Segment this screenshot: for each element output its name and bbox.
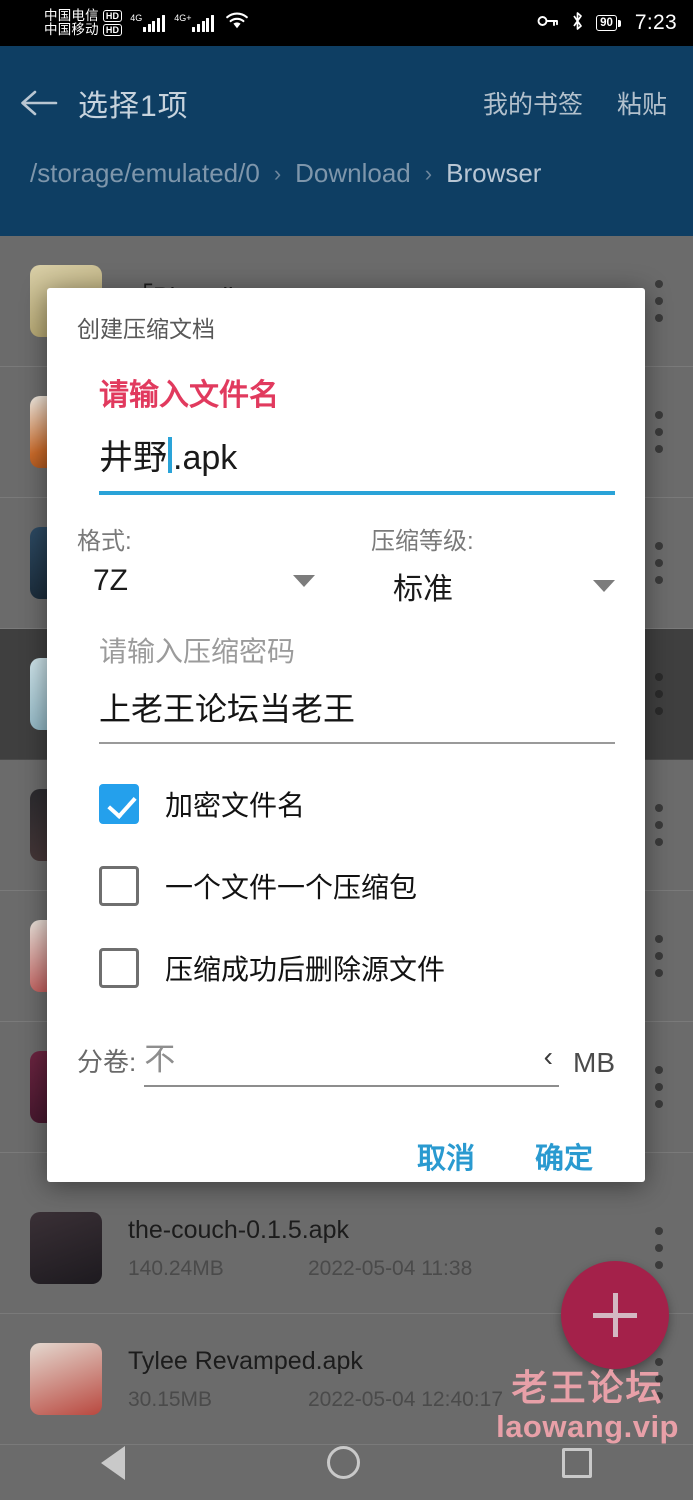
checkbox-label: 压缩成功后删除源文件 xyxy=(165,954,446,985)
page-title: 选择1项 xyxy=(78,90,189,123)
navigation-bar xyxy=(0,1425,693,1500)
checkbox-one-archive-per-file[interactable]: 一个文件一个压缩包 xyxy=(99,866,615,906)
file-size: 30.15MB xyxy=(128,1387,213,1411)
file-subline: 140.24MB 2022-05-04 11:38 xyxy=(128,1257,631,1281)
file-date: 2022-05-04 11:38 xyxy=(308,1256,473,1280)
add-fab-button[interactable] xyxy=(561,1261,669,1369)
breadcrumb: /storage/emulated/0 › Download › Browser xyxy=(30,158,541,189)
app-bar-actions: 我的书签 粘贴 xyxy=(483,85,667,121)
carrier-row-2: 中国移动 HD xyxy=(44,22,123,37)
wifi-icon xyxy=(224,11,250,35)
file-name: Tylee Revamped.apk xyxy=(128,1346,363,1375)
signal-group-2: 4G+ xyxy=(174,12,215,32)
breadcrumb-root[interactable]: /storage/emulated/0 xyxy=(30,158,260,189)
back-arrow-icon[interactable] xyxy=(0,88,78,118)
hd-badge-1: HD xyxy=(102,9,123,22)
level-label: 压缩等级: xyxy=(371,528,474,555)
status-bar-clock: 7:23 xyxy=(634,11,677,34)
filename-required-label: 请输入文件名 xyxy=(99,379,279,412)
file-thumbnail xyxy=(30,1212,102,1284)
app-bar: 选择1项 我的书签 粘贴 xyxy=(0,68,693,138)
hd-badge-2: HD xyxy=(102,24,123,37)
dialog-title: 创建压缩文档 xyxy=(77,316,215,342)
level-select-group: 压缩等级: 标准 xyxy=(333,521,615,608)
checkbox-label: 加密文件名 xyxy=(165,790,306,821)
carrier-labels: 中国电信 HD 中国移动 HD xyxy=(44,7,123,37)
password-placeholder-label: 请输入压缩密码 xyxy=(99,636,296,667)
signal-bars-icon-2 xyxy=(192,14,215,32)
battery-icon: 90 xyxy=(596,15,621,31)
status-bar-right: 90 7:23 xyxy=(537,11,677,36)
text-caret xyxy=(168,437,172,473)
split-value: 不 xyxy=(144,1042,176,1077)
file-size: 140.24MB xyxy=(128,1256,224,1280)
checkbox-label: 一个文件一个压缩包 xyxy=(165,872,418,903)
password-input-text: 上老王论坛当老王 xyxy=(99,691,356,727)
carrier-row-1: 中国电信 HD xyxy=(44,7,123,23)
status-bar-left: 中国电信 HD 中国移动 HD 4G 4G+ xyxy=(44,7,250,37)
create-archive-dialog: 创建压缩文档 请输入文件名 井野 .apk 格式: 7Z 压缩等级: 标准 请输… xyxy=(47,288,645,1182)
breadcrumb-download[interactable]: Download xyxy=(295,158,411,189)
format-select[interactable]: 7Z xyxy=(77,564,333,598)
filename-extension: .apk xyxy=(173,439,238,477)
breadcrumb-current[interactable]: Browser xyxy=(446,158,541,189)
checkbox-delete-source-after[interactable]: 压缩成功后删除源文件 xyxy=(99,948,615,988)
file-meta: Tylee Revamped.apk 30.15MB 2022-05-04 12… xyxy=(128,1347,631,1412)
status-bar: 中国电信 HD 中国移动 HD 4G 4G+ 90 7:23 xyxy=(0,0,693,46)
chevron-down-icon xyxy=(593,580,615,592)
format-select-group: 格式: 7Z xyxy=(77,521,333,608)
app-header: 选择1项 我的书签 粘贴 /storage/emulated/0 › Downl… xyxy=(0,46,693,236)
split-label: 分卷: xyxy=(77,1047,137,1077)
format-level-row: 格式: 7Z 压缩等级: 标准 xyxy=(77,521,615,608)
carrier-2-name: 中国移动 xyxy=(44,22,99,37)
split-input[interactable]: 不 ‹ xyxy=(144,1034,559,1087)
checkbox-icon-unchecked[interactable] xyxy=(99,948,139,988)
paste-button[interactable]: 粘贴 xyxy=(617,85,667,121)
carrier-1-name: 中国电信 xyxy=(44,7,99,23)
filename-input[interactable]: 井野 .apk xyxy=(99,430,615,495)
file-thumbnail xyxy=(30,1343,102,1415)
file-date: 2022-05-04 12:40:17 xyxy=(308,1387,503,1411)
nav-back-icon[interactable] xyxy=(101,1445,125,1480)
checkbox-icon-unchecked[interactable] xyxy=(99,866,139,906)
filename-base: 井野 xyxy=(99,439,167,477)
format-value: 7Z xyxy=(93,564,129,597)
nav-recents-icon[interactable] xyxy=(562,1447,592,1478)
chevron-right-icon-1: › xyxy=(273,160,282,186)
confirm-button[interactable]: 确定 xyxy=(535,1135,593,1177)
signal-bars-icon-1 xyxy=(143,14,166,32)
cancel-button[interactable]: 取消 xyxy=(417,1135,475,1177)
more-vertical-icon[interactable] xyxy=(631,1358,687,1400)
format-label: 格式: xyxy=(77,528,132,555)
bluetooth-icon xyxy=(570,11,585,36)
network-type-2: 4G+ xyxy=(174,12,192,23)
dialog-actions: 取消 确定 xyxy=(77,1135,615,1177)
nav-home-icon[interactable] xyxy=(327,1446,360,1479)
level-select[interactable]: 标准 xyxy=(333,564,615,608)
my-bookmarks-button[interactable]: 我的书签 xyxy=(483,85,583,121)
chevron-left-icon[interactable]: ‹ xyxy=(544,1041,553,1073)
more-vertical-icon[interactable] xyxy=(631,1227,687,1269)
chevron-right-icon-2: › xyxy=(424,160,433,186)
file-name: the-couch-0.1.5.apk xyxy=(128,1215,349,1244)
split-volume-row: 分卷: 不 ‹ MB xyxy=(77,1034,615,1087)
chevron-down-icon xyxy=(293,575,315,587)
signal-group-1: 4G xyxy=(130,12,166,32)
level-value: 标准 xyxy=(393,573,453,606)
filename-input-text: 井野 .apk xyxy=(99,430,237,479)
split-unit-label: MB xyxy=(573,1047,615,1078)
network-type-1: 4G xyxy=(130,12,143,23)
file-subline: 30.15MB 2022-05-04 12:40:17 xyxy=(128,1388,631,1412)
password-input[interactable]: 上老王论坛当老王 xyxy=(99,684,615,744)
checkbox-icon-checked[interactable] xyxy=(99,784,139,824)
checkbox-encrypt-filenames[interactable]: 加密文件名 xyxy=(99,784,615,824)
key-icon xyxy=(537,13,559,34)
file-meta: the-couch-0.1.5.apk 140.24MB 2022-05-04 … xyxy=(128,1216,631,1281)
